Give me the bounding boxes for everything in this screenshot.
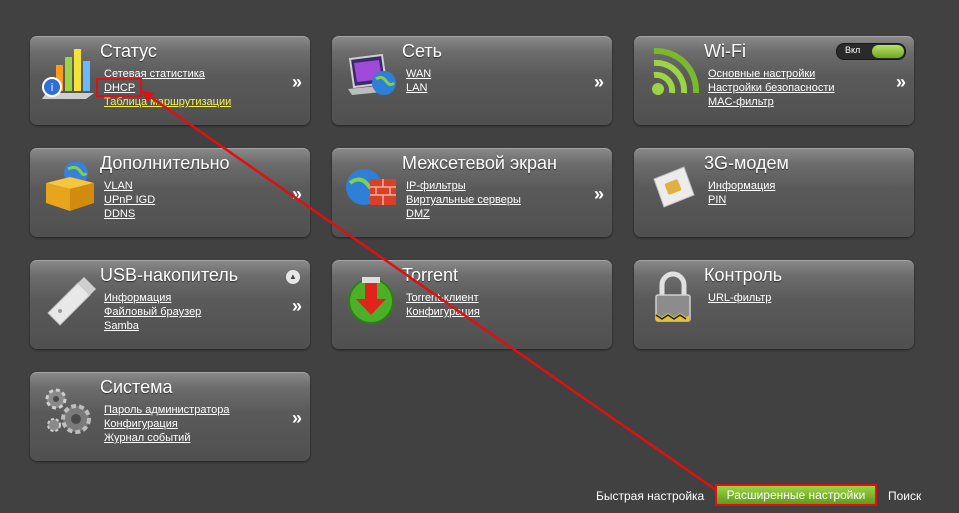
chevron-right-icon[interactable]: » (292, 296, 302, 317)
chevron-right-icon[interactable]: » (594, 72, 604, 93)
box-icon (40, 157, 98, 215)
tile-torrent: Torrent Torrent-клиент Конфигурация (332, 260, 612, 349)
network-monitor-icon (342, 45, 400, 103)
link-lan[interactable]: LAN (406, 81, 431, 95)
link-routing-table[interactable]: Таблица маршрутизации (104, 95, 231, 109)
tile-system: Система Пароль администратора Конфигурац… (30, 372, 310, 461)
chevron-right-icon[interactable]: » (292, 72, 302, 93)
tile-title: 3G-модем (704, 153, 789, 173)
tile-title: Статус (100, 41, 157, 61)
link-wan[interactable]: WAN (406, 67, 431, 81)
link-basic-settings[interactable]: Основные настройки (708, 67, 835, 81)
wifi-icon (644, 45, 702, 103)
tile-title: Межсетевой экран (402, 153, 557, 173)
link-system-config[interactable]: Конфигурация (104, 417, 230, 431)
link-ip-filters[interactable]: IP-фильтры (406, 179, 521, 193)
link-ddns[interactable]: DDNS (104, 207, 155, 221)
chevron-right-icon[interactable]: » (292, 184, 302, 205)
toggle-knob (872, 45, 904, 58)
svg-text:i: i (50, 81, 53, 94)
link-vlan[interactable]: VLAN (104, 179, 155, 193)
link-torrent-client[interactable]: Torrent-клиент (406, 291, 480, 305)
tile-network: Сеть WAN LAN » (332, 36, 612, 125)
tile-status: i Статус Сетевая статистика DHCP Таблица… (30, 36, 310, 125)
link-virtual-servers[interactable]: Виртуальные серверы (406, 193, 521, 207)
tile-advanced: Дополнительно VLAN UPnP IGD DDNS » (30, 148, 310, 237)
usb-drive-icon (40, 269, 98, 327)
link-modem-info[interactable]: Информация (708, 179, 775, 193)
tile-title: Система (100, 377, 173, 397)
firewall-icon (342, 157, 400, 215)
eject-icon[interactable]: ▲ (286, 270, 300, 284)
tile-title: Дополнительно (100, 153, 230, 173)
link-mac-filter[interactable]: MAC-фильтр (708, 95, 835, 109)
toggle-label: Вкл (845, 45, 861, 55)
tile-control: Контроль URL-фильтр (634, 260, 914, 349)
link-samba[interactable]: Samba (104, 319, 201, 333)
tile-title: Wi-Fi (704, 41, 746, 61)
sim-card-icon (644, 157, 702, 215)
link-dmz[interactable]: DMZ (406, 207, 521, 221)
advanced-settings-button[interactable]: Расширенные настройки (715, 484, 877, 506)
link-event-log[interactable]: Журнал событий (104, 431, 230, 445)
search-link[interactable]: Поиск (888, 489, 921, 503)
tile-title: USB-накопитель (100, 265, 239, 285)
chevron-right-icon[interactable]: » (594, 184, 604, 205)
tile-title: Torrent (402, 265, 459, 285)
tile-title: Сеть (402, 41, 443, 61)
link-usb-info[interactable]: Информация (104, 291, 201, 305)
lock-icon (644, 269, 702, 327)
chevron-right-icon[interactable]: » (896, 72, 906, 93)
link-upnp[interactable]: UPnP IGD (104, 193, 155, 207)
tile-wifi: Wi-Fi Вкл Основные настройки Настройки б… (634, 36, 914, 125)
link-url-filter[interactable]: URL-фильтр (708, 291, 771, 305)
tile-title: Контроль (704, 265, 783, 285)
quick-setup-link[interactable]: Быстрая настройка (596, 489, 704, 503)
link-admin-password[interactable]: Пароль администратора (104, 403, 230, 417)
tile-firewall: Межсетевой экран IP-фильтры Виртуальные … (332, 148, 612, 237)
link-torrent-config[interactable]: Конфигурация (406, 305, 480, 319)
link-pin[interactable]: PIN (708, 193, 775, 207)
dhcp-highlight-box (96, 78, 142, 97)
chevron-right-icon[interactable]: » (292, 408, 302, 429)
tile-usb-storage: USB-накопитель ▲ Информация Файловый бра… (30, 260, 310, 349)
wifi-toggle[interactable]: Вкл (836, 43, 906, 60)
link-security-settings[interactable]: Настройки безопасности (708, 81, 835, 95)
gears-icon (40, 381, 98, 439)
download-icon (342, 269, 400, 327)
tile-3g-modem: 3G-модем Информация PIN (634, 148, 914, 237)
link-file-browser[interactable]: Файловый браузер (104, 305, 201, 319)
chart-icon: i (40, 45, 98, 103)
